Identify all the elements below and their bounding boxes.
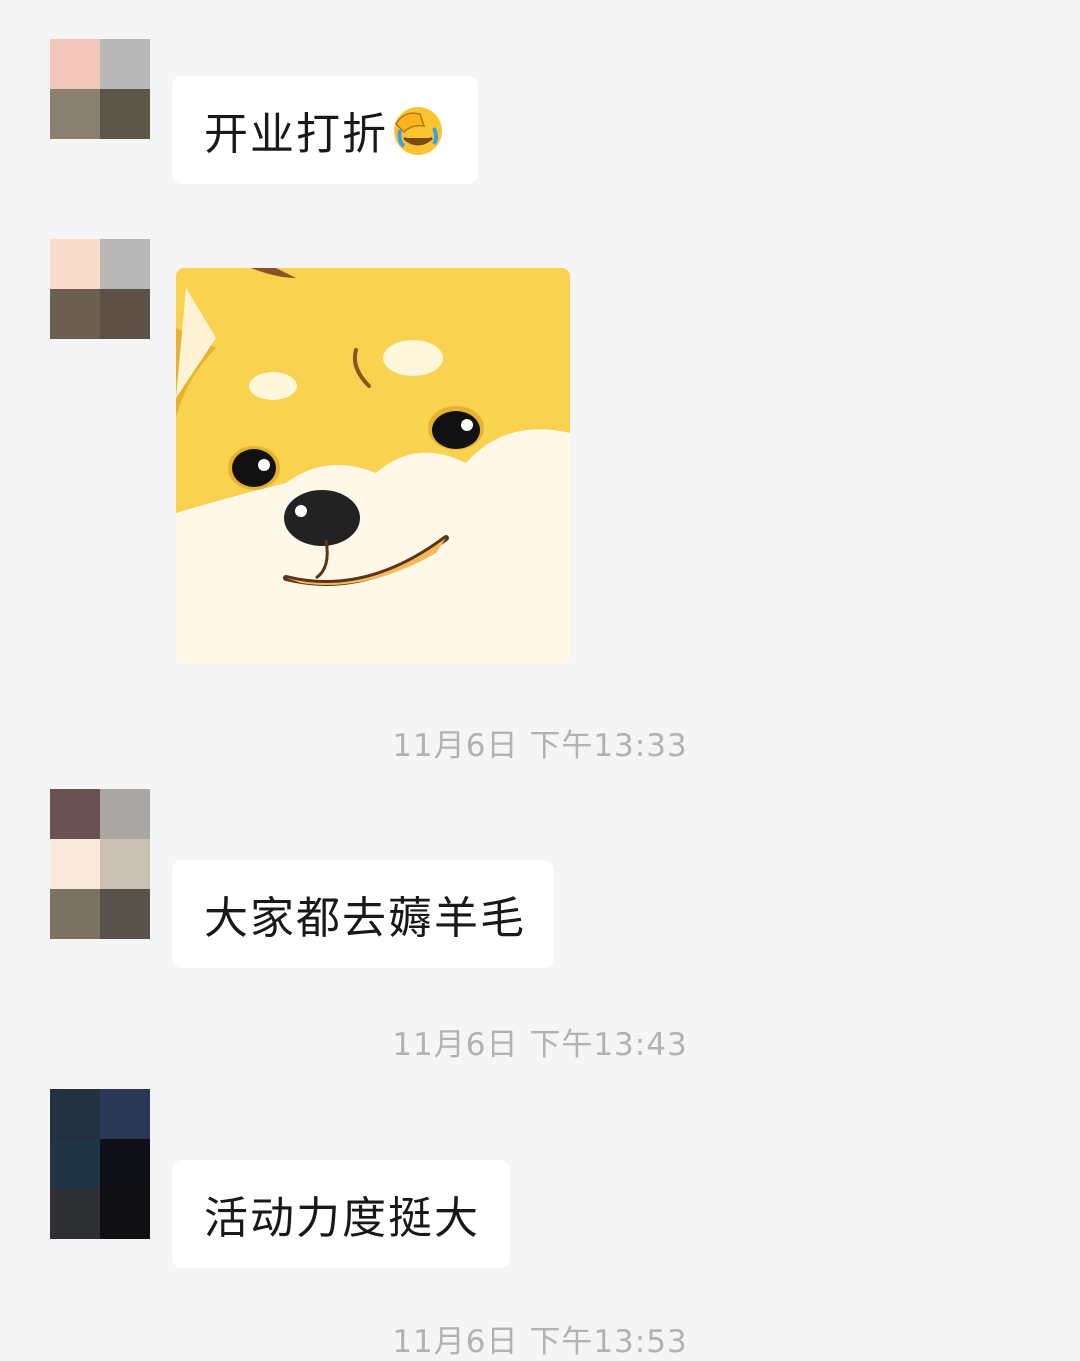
message-text: 大家都去薅羊毛 — [204, 893, 526, 944]
shiba-inu-face-sticker[interactable] — [176, 268, 570, 664]
facepalm-laugh-emoji-icon — [394, 107, 442, 155]
message-text: 活动力度挺大 — [204, 1193, 480, 1244]
avatar[interactable] — [50, 39, 150, 139]
message-bubble[interactable]: 开业打折 — [172, 76, 478, 184]
message-bubble[interactable]: 大家都去薅羊毛 — [172, 860, 554, 968]
avatar[interactable] — [50, 1089, 150, 1239]
avatar[interactable] — [50, 789, 150, 939]
message-bubble[interactable]: 活动力度挺大 — [172, 1160, 510, 1268]
timestamp: 11月6日 下午13:43 — [392, 1027, 688, 1063]
shiba-inu-icon — [176, 268, 570, 664]
message-text: 开业打折 — [204, 109, 388, 160]
avatar[interactable] — [50, 239, 150, 339]
timestamp: 11月6日 下午13:33 — [392, 728, 688, 764]
